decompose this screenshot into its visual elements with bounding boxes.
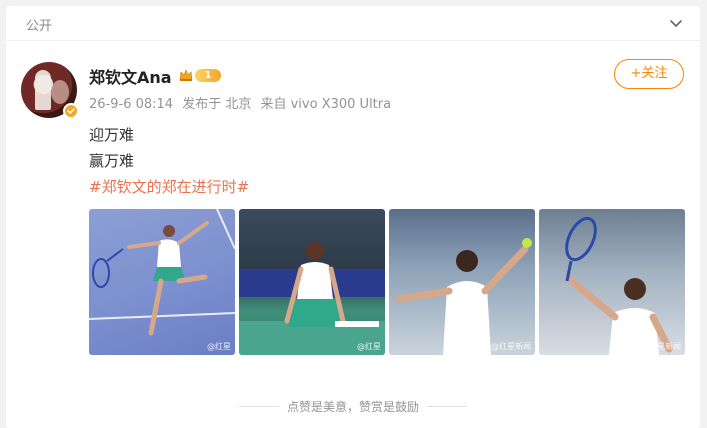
post-photo-4[interactable]: @红星新闻 (539, 209, 685, 355)
divider (238, 406, 279, 407)
photo-watermark: @红星新闻 (641, 342, 681, 351)
post-topbar: 公开 (6, 6, 700, 41)
photo-grid: @红星 @红星 @红星新闻 @红星新闻 (89, 209, 685, 355)
post-device: 来自 vivo X300 Ultra (260, 97, 392, 112)
post-timestamp[interactable]: 26-9-6 08:14 (89, 97, 173, 112)
photo-watermark: @红星 (357, 342, 381, 351)
photo-watermark: @红星新闻 (491, 342, 531, 351)
follow-button[interactable]: +关注 (614, 59, 684, 89)
post-location: 发布于 北京 (182, 97, 252, 112)
visibility-label: 公开 (26, 19, 53, 34)
post-meta: 26-9-6 08:14 发布于 北京 来自 vivo X300 Ultra (89, 93, 396, 112)
footer-note: 点赞是美意，赞赏是鼓励 (6, 398, 700, 415)
post-text-line: 赢万难 (89, 152, 135, 170)
post-text-line: 迎万难 (89, 126, 135, 144)
vip-level: 1 (195, 68, 221, 82)
hashtag-link[interactable]: #郑钦文的郑在进行时# (89, 176, 249, 197)
post-photo-1[interactable]: @红星 (89, 209, 235, 355)
vip-badge[interactable]: 1 (178, 67, 221, 83)
post-photo-2[interactable]: @红星 (239, 209, 385, 355)
author-name[interactable]: 郑钦文Ana (89, 64, 172, 88)
divider (427, 406, 467, 407)
chevron-down-icon[interactable] (668, 15, 684, 31)
vip-crown-icon (179, 69, 193, 81)
post-card: 公开 郑钦文Ana 1 26-9-6 08:14 发布于 北京 来自 vivo … (6, 6, 700, 428)
verified-icon (63, 103, 79, 119)
photo-watermark: @红星 (207, 342, 231, 351)
footer-note-text: 点赞是美意，赞赏是鼓励 (286, 400, 419, 414)
post-photo-3[interactable]: @红星新闻 (389, 209, 535, 355)
